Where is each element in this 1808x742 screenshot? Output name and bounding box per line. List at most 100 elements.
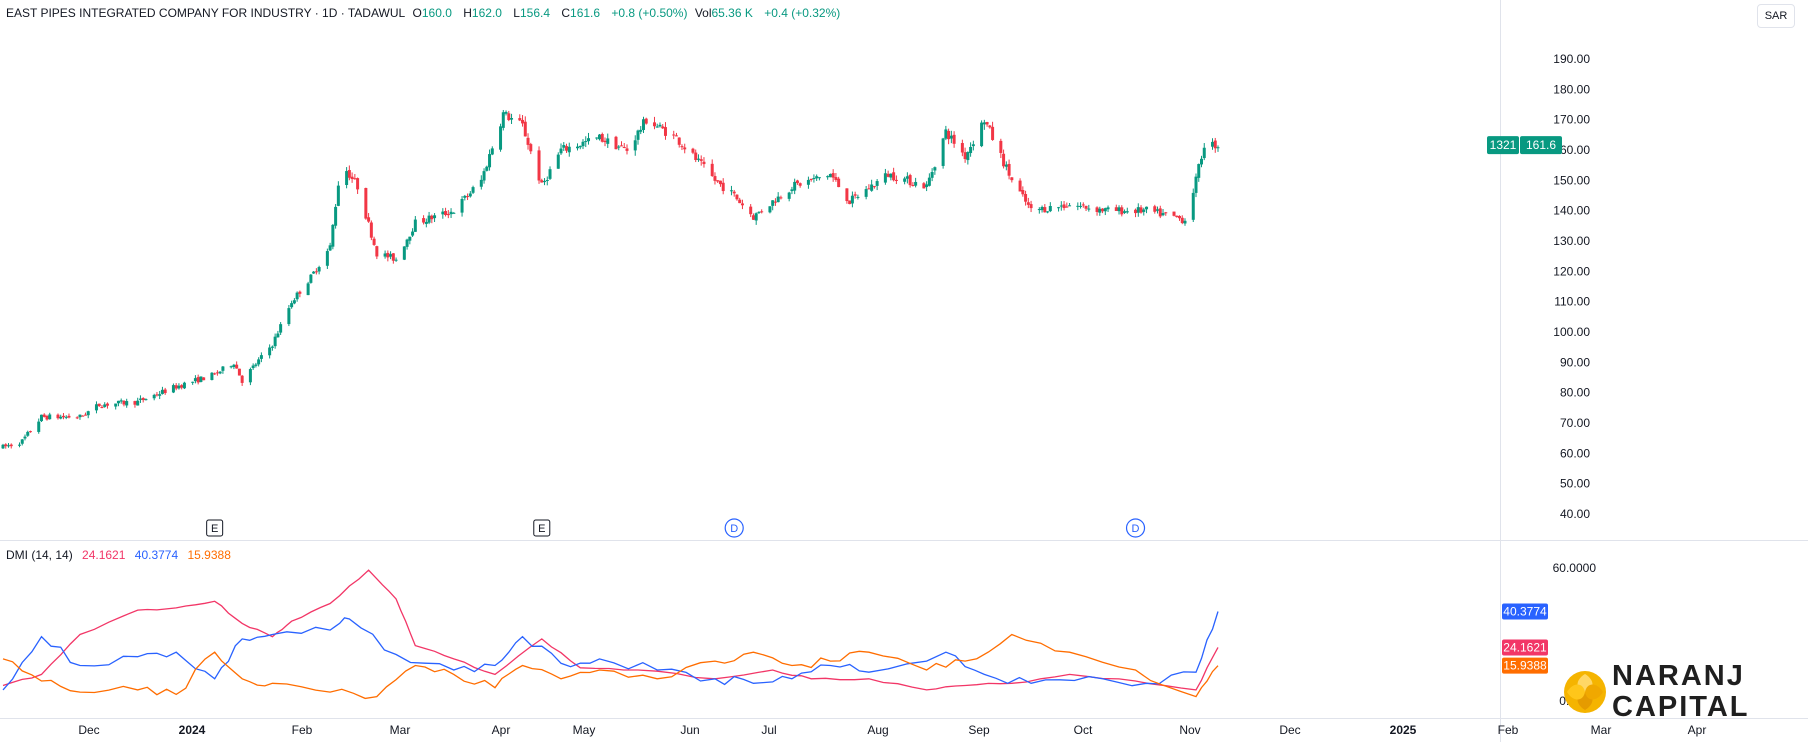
candle-body [850, 195, 854, 204]
candle-body [235, 364, 239, 369]
candle-body [694, 152, 698, 160]
candle-body [83, 414, 87, 416]
price-tick-label: 170.00 [1553, 113, 1590, 127]
price-candles [1, 109, 1220, 450]
volume: Vol65.36 K [694, 6, 753, 20]
price-tick-label: 100.00 [1553, 325, 1590, 339]
candle-body [1145, 206, 1149, 210]
candle-body [42, 414, 46, 417]
dmi-legend[interactable]: DMI (14, 14) 24.1621 40.3774 15.9388 [6, 548, 237, 562]
candle-body [372, 238, 376, 245]
candle-body [389, 254, 393, 257]
chart-canvas[interactable]: E E D D 40.00 50.00 60.00 70.00 80.00 90.00 100.0… [0, 0, 1808, 742]
candle-body [386, 252, 390, 258]
candle-body [411, 231, 415, 236]
candle-body [559, 148, 563, 154]
candle-body [674, 135, 678, 137]
candle-body [232, 364, 236, 367]
event-markers[interactable]: EEDD [206, 518, 1146, 538]
candle-body [1202, 147, 1206, 159]
symbol-header[interactable]: EAST PIPES INTEGRATED COMPANY FOR INDUST… [6, 6, 844, 20]
candle-body [760, 211, 764, 213]
currency-button[interactable]: SAR [1757, 4, 1795, 28]
candle-body [1123, 211, 1127, 213]
candle-body [433, 215, 437, 219]
candle-body [999, 140, 1003, 153]
candle-body [718, 180, 722, 185]
candle-body [75, 417, 79, 419]
dmi-title[interactable]: DMI (14, 14) [6, 548, 73, 562]
candle-body [872, 186, 876, 188]
time-axis[interactable]: Dec 2024 Feb Mar Apr May Jun Jul Aug Sep Oct Nov Dec… [78, 723, 1706, 737]
candle-body [1095, 207, 1099, 212]
candle-body [369, 222, 373, 238]
candle-body [793, 181, 797, 191]
candle-body [28, 431, 32, 433]
price-tick-label: 50.00 [1560, 477, 1590, 491]
candle-body [141, 398, 145, 401]
candle-body [6, 445, 10, 447]
candle-body [691, 148, 695, 153]
price-tick-label: 180.00 [1553, 82, 1590, 96]
candle-body [218, 371, 222, 374]
time-tick-label: Sep [968, 723, 990, 737]
candle-body [1046, 211, 1050, 213]
candle-body [471, 187, 475, 193]
candle-body [875, 181, 879, 186]
time-tick-label: Dec [78, 723, 99, 737]
candle-body [1059, 205, 1063, 207]
candle-body [171, 385, 175, 393]
candle-body [160, 389, 164, 394]
candle-body [1125, 211, 1129, 213]
candle-body [526, 137, 530, 145]
candle-body [336, 185, 340, 206]
candle-body [103, 404, 107, 407]
candle-body [215, 372, 219, 374]
candle-body [922, 183, 926, 189]
candle-body [1021, 190, 1025, 195]
candle-body [845, 188, 849, 202]
candle-body [576, 146, 580, 149]
candle-body [991, 126, 995, 140]
bar-count-text: 1321 [1490, 138, 1517, 152]
candle-body [927, 177, 931, 186]
candle-body [444, 211, 448, 216]
candle-body [17, 444, 21, 446]
candle-body [985, 122, 989, 125]
price-axis[interactable]: 40.00 50.00 60.00 70.00 80.00 90.00 100.00 110.… [1553, 52, 1590, 521]
candle-body [911, 184, 915, 186]
candle-body [905, 176, 909, 179]
price-tick-label: 120.00 [1553, 264, 1590, 278]
candle-body [738, 199, 742, 204]
candle-body [402, 246, 406, 260]
candle-body [949, 135, 953, 139]
candle-body [606, 138, 610, 144]
symbol-title[interactable]: EAST PIPES INTEGRATED COMPANY FOR INDUST… [6, 6, 405, 20]
candle-body [779, 197, 783, 199]
candle-body [1158, 208, 1162, 217]
candle-body [696, 158, 700, 160]
candle-body [947, 130, 951, 140]
candle-body [138, 398, 142, 400]
candle-body [1136, 207, 1140, 213]
time-tick-label: 2024 [179, 723, 206, 737]
dmi-plus-di-badge-text: 15.9388 [1503, 659, 1547, 673]
candle-body [45, 415, 49, 420]
candle-body [237, 368, 241, 376]
price-tick-label: 60.00 [1560, 446, 1590, 460]
candle-body [716, 180, 720, 182]
candle-body [831, 173, 835, 178]
time-tick-label: 2025 [1390, 723, 1417, 737]
candle-body [317, 267, 321, 272]
candle-body [391, 253, 395, 261]
candle-body [1043, 207, 1047, 213]
candle-body [751, 215, 755, 220]
dmi-adx-line [2, 611, 1219, 691]
candle-body [856, 196, 860, 198]
candle-body [1156, 209, 1160, 211]
earnings-marker-label: E [538, 523, 545, 535]
candle-body [177, 385, 181, 389]
candle-body [331, 224, 335, 247]
dmi-minus-di-badge-text: 24.1621 [1503, 640, 1547, 654]
price-tick-label: 80.00 [1560, 386, 1590, 400]
